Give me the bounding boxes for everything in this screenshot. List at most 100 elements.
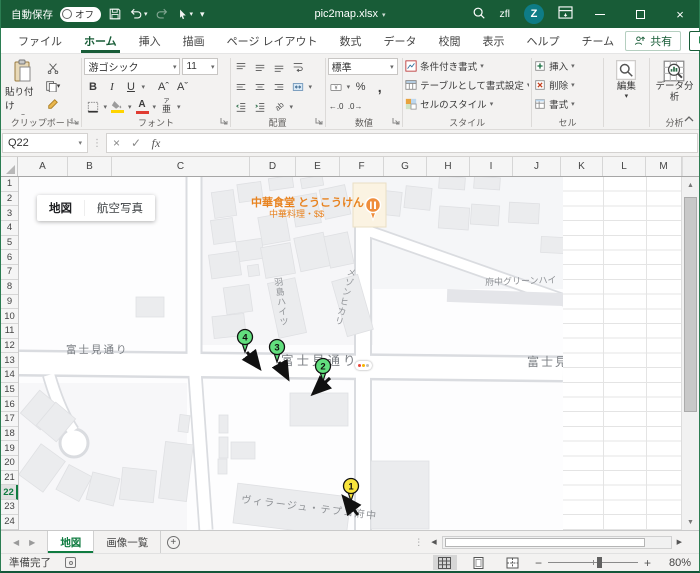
ribbon-tab-チーム[interactable]: チーム [571,28,626,53]
tab-splitter-handle[interactable]: ⋮ [411,537,426,548]
ribbon-tab-数式[interactable]: 数式 [329,28,373,53]
column-header-H[interactable]: H [427,157,470,176]
data-analysis-button[interactable]: データ分析 [654,57,694,104]
ribbon-tab-表示[interactable]: 表示 [472,28,516,53]
align-right-button[interactable] [271,78,288,95]
format-cells-button[interactable]: 書式 ▾ [534,95,601,113]
row-header-10[interactable]: 10 [1,309,18,324]
format-painter-button[interactable] [44,95,61,112]
column-header-J[interactable]: J [513,157,561,176]
formula-input[interactable] [166,133,698,153]
align-top-button[interactable] [233,58,250,75]
increase-decimal-button[interactable]: ←.0 [328,98,345,115]
collapse-ribbon-icon[interactable] [684,114,694,126]
ribbon-tab-ヘルプ[interactable]: ヘルプ [516,28,571,53]
ribbon-tab-挿入[interactable]: 挿入 [128,28,172,53]
row-header-9[interactable]: 9 [1,295,18,310]
row-header-14[interactable]: 14 [1,368,18,383]
new-sheet-button[interactable]: + [166,535,180,549]
number-format-select[interactable]: 標準 ▾ [327,58,398,75]
font-name-select[interactable]: 游ゴシック ▾ [84,58,181,75]
borders-button[interactable] [84,98,101,115]
scroll-up-icon[interactable]: ▲ [682,177,699,193]
zoom-level[interactable]: 80% [661,557,691,569]
horizontal-scrollbar[interactable] [441,535,672,549]
row-header-4[interactable]: 4 [1,221,18,236]
row-header-11[interactable]: 11 [1,324,18,339]
sheet-nav-left-icon[interactable]: ◀ [13,538,19,547]
column-header-K[interactable]: K [561,157,603,176]
formula-bar-handle[interactable]: ⋮ [88,138,106,149]
ribbon-tab-ページ レイアウト[interactable]: ページ レイアウト [216,28,329,53]
wrap-text-button[interactable] [290,58,307,75]
conditional-formatting-button[interactable]: 条件付き書式 ▾ [405,57,529,75]
cut-button[interactable] [44,59,61,76]
column-header-M[interactable]: M [646,157,682,176]
insert-function-button[interactable]: fx [146,133,166,153]
scroll-down-icon[interactable]: ▼ [682,514,699,530]
sheet-tab-map[interactable]: 地図 [47,531,95,553]
underline-button[interactable]: U [122,78,139,95]
map-marker-1[interactable]: 1 [342,477,360,503]
column-header-E[interactable]: E [296,157,340,176]
cell-styles-button[interactable]: セルのスタイル ▾ [405,95,529,113]
row-header-7[interactable]: 7 [1,265,18,280]
map-type-map-button[interactable]: 地図 [37,200,84,216]
grid-area[interactable]: 富士見通り富士見通り富士見府中グリーンハイ羽島ハイツメゾンヒカリヴィラージュ・テ… [19,177,681,530]
row-header-8[interactable]: 8 [1,280,18,295]
sheet-tab-image-list[interactable]: 画像一覧 [94,531,162,553]
row-header-12[interactable]: 12 [1,339,18,354]
column-header-B[interactable]: B [68,157,112,176]
decrease-decimal-button[interactable]: .0→ [347,98,364,115]
zoom-thumb[interactable] [597,557,603,568]
column-header-L[interactable]: L [603,157,646,176]
font-size-select[interactable]: 11 ▾ [182,58,219,75]
vertical-scrollbar[interactable]: ▲ ▼ [681,177,699,530]
row-header-17[interactable]: 17 [1,412,18,427]
map-marker-3[interactable]: 3 [268,338,286,364]
save-button[interactable] [108,7,122,21]
row-header-22[interactable]: 22 [1,485,18,501]
close-button[interactable]: × [667,2,693,26]
phonetic-guide-button[interactable]: ア亜 [158,98,175,115]
name-box[interactable]: Q22 ▾ [2,133,88,153]
row-header-3[interactable]: 3 [1,206,18,222]
sheet-nav-right-icon[interactable]: ▶ [29,538,35,547]
column-header-D[interactable]: D [250,157,296,176]
normal-view-button[interactable] [432,555,457,570]
map-type-satellite-button[interactable]: 航空写真 [84,200,155,216]
align-bottom-button[interactable] [271,58,288,75]
row-header-1[interactable]: 1 [1,177,18,192]
zoom-track[interactable] [547,557,638,568]
qat-customize-button[interactable]: ▾ [200,9,205,20]
map-marker-4[interactable]: 4 [236,328,254,354]
select-all-corner[interactable] [1,157,18,176]
touch-mode-button[interactable]: ▾ [176,8,193,21]
orientation-button[interactable]: ab [271,98,288,115]
ribbon-tab-校閲[interactable]: 校閲 [428,28,472,53]
ribbon-tab-描画[interactable]: 描画 [172,28,216,53]
row-header-15[interactable]: 15 [1,383,18,398]
insert-cells-button[interactable]: 挿入 ▾ [534,57,601,75]
row-header-20[interactable]: 20 [1,456,18,471]
row-header-5[interactable]: 5 [1,236,18,251]
column-header-G[interactable]: G [384,157,427,176]
ribbon-tab-ファイル[interactable]: ファイル [7,28,73,53]
page-layout-view-button[interactable] [467,555,491,570]
row-header-19[interactable]: 19 [1,441,18,457]
zoom-out-icon[interactable]: − [535,556,542,570]
row-header-13[interactable]: 13 [1,353,18,368]
search-icon[interactable] [472,6,486,23]
ribbon-tab-ホーム[interactable]: ホーム [73,28,128,53]
fill-color-button[interactable] [109,98,126,115]
row-header-18[interactable]: 18 [1,427,18,442]
align-center-button[interactable] [252,78,269,95]
zoom-in-icon[interactable]: + [644,556,651,570]
percent-format-button[interactable]: % [352,78,369,95]
italic-button[interactable]: I [103,78,120,95]
copy-button[interactable]: ▾ [44,77,61,94]
autosave-toggle[interactable]: オフ [60,6,102,22]
enter-button[interactable]: ✓ [126,133,146,153]
vertical-scroll-thumb[interactable] [684,197,697,412]
redo-button[interactable] [155,7,169,21]
